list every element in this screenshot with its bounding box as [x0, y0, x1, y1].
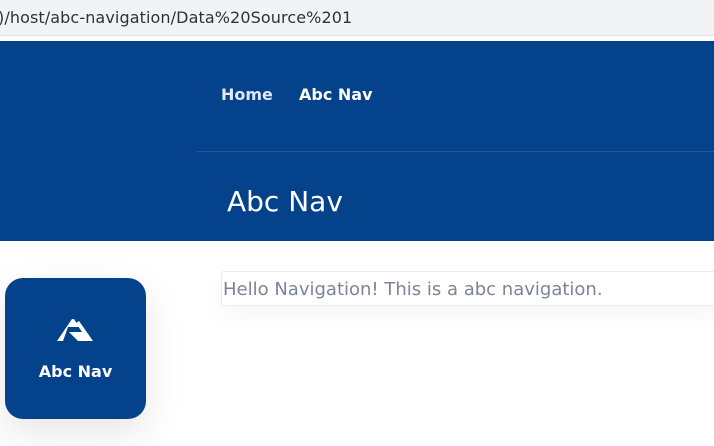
site-header: Home Abc Nav Abc Nav: [0, 41, 714, 241]
app-tile-abc-nav[interactable]: Abc Nav: [5, 278, 146, 419]
message-panel: Hello Navigation! This is a abc navigati…: [221, 271, 714, 306]
app-tile-label: Abc Nav: [38, 362, 113, 381]
abc-nav-logo-icon: [57, 319, 93, 341]
nav-link-abc-nav[interactable]: Abc Nav: [299, 85, 373, 104]
address-bar[interactable]: )/host/abc-navigation/Data%20Source%201: [0, 0, 714, 36]
nav-link-home[interactable]: Home: [221, 85, 273, 104]
address-bar-url[interactable]: )/host/abc-navigation/Data%20Source%201: [0, 8, 352, 27]
header-divider: [196, 151, 714, 152]
page-title: Abc Nav: [227, 185, 343, 218]
message-text: Hello Navigation! This is a abc navigati…: [223, 279, 603, 300]
